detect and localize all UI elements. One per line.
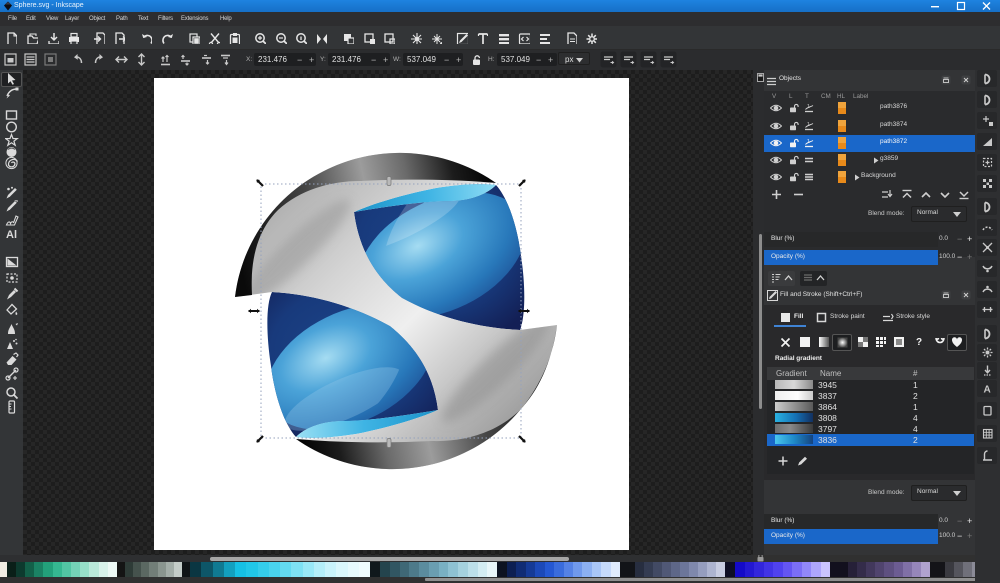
svg-text:1: 1 <box>807 122 810 128</box>
svg-text:1: 1 <box>807 139 810 145</box>
svg-text:A: A <box>984 385 991 396</box>
svg-text:1: 1 <box>807 104 810 110</box>
svg-text:Al: Al <box>6 229 17 241</box>
